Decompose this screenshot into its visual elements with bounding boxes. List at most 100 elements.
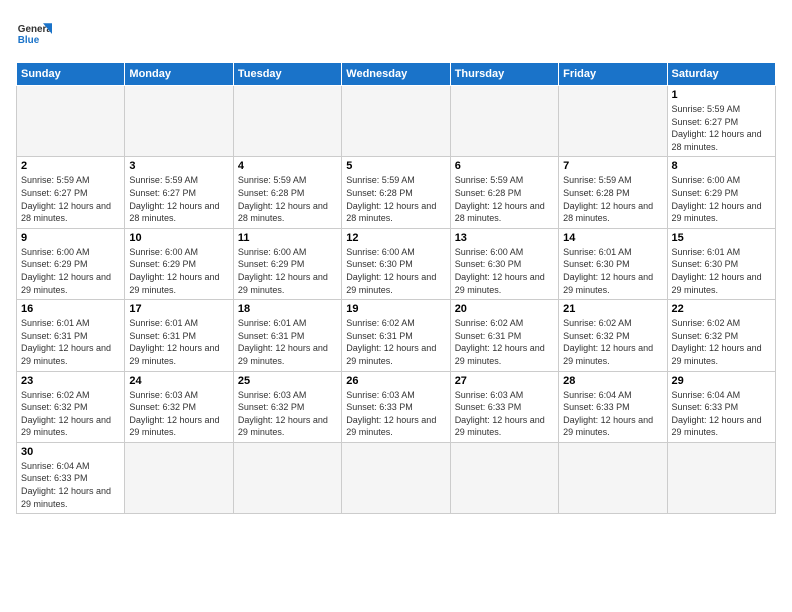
calendar-day: [125, 86, 233, 157]
day-info: Sunrise: 6:01 AM Sunset: 6:31 PM Dayligh…: [21, 317, 120, 367]
page-header: General Blue: [16, 16, 776, 52]
day-info: Sunrise: 6:00 AM Sunset: 6:29 PM Dayligh…: [672, 174, 771, 224]
day-info: Sunrise: 6:02 AM Sunset: 6:32 PM Dayligh…: [21, 389, 120, 439]
day-number: 1: [672, 89, 771, 101]
day-number: 23: [21, 375, 120, 387]
svg-text:Blue: Blue: [18, 35, 40, 46]
day-info: Sunrise: 5:59 AM Sunset: 6:27 PM Dayligh…: [672, 103, 771, 153]
calendar-day: 3 Sunrise: 5:59 AM Sunset: 6:27 PM Daylig…: [125, 157, 233, 228]
day-number: 7: [563, 160, 662, 172]
day-number: 2: [21, 160, 120, 172]
calendar-day: 21Sunrise: 6:02 AM Sunset: 6:32 PM Dayli…: [559, 300, 667, 371]
calendar-day: 2 Sunrise: 5:59 AM Sunset: 6:27 PM Daylig…: [17, 157, 125, 228]
day-number: 18: [238, 303, 337, 315]
day-info: Sunrise: 6:04 AM Sunset: 6:33 PM Dayligh…: [672, 389, 771, 439]
calendar-day: [667, 442, 775, 513]
day-info: Sunrise: 6:00 AM Sunset: 6:29 PM Dayligh…: [129, 246, 228, 296]
calendar-day: 26 Sunrise: 6:03 AM Sunset: 6:33 PM Dayli…: [342, 371, 450, 442]
calendar-week-3: 9 Sunrise: 6:00 AM Sunset: 6:29 PM Daylig…: [17, 228, 776, 299]
calendar-day: 12 Sunrise: 6:00 AM Sunset: 6:30 PM Dayli…: [342, 228, 450, 299]
calendar-day: 7 Sunrise: 5:59 AM Sunset: 6:28 PM Daylig…: [559, 157, 667, 228]
day-number: 26: [346, 375, 445, 387]
calendar-day: 24 Sunrise: 6:03 AM Sunset: 6:32 PM Dayli…: [125, 371, 233, 442]
day-header-wednesday: Wednesday: [342, 63, 450, 86]
calendar-day: 8Sunrise: 6:00 AM Sunset: 6:29 PM Daylig…: [667, 157, 775, 228]
calendar-day: 14 Sunrise: 6:01 AM Sunset: 6:30 PM Dayli…: [559, 228, 667, 299]
calendar-day: 17 Sunrise: 6:01 AM Sunset: 6:31 PM Dayli…: [125, 300, 233, 371]
calendar-day: 25 Sunrise: 6:03 AM Sunset: 6:32 PM Dayli…: [233, 371, 341, 442]
calendar-day: 10Sunrise: 6:00 AM Sunset: 6:29 PM Dayli…: [125, 228, 233, 299]
calendar-day: 6Sunrise: 5:59 AM Sunset: 6:28 PM Daylig…: [450, 157, 558, 228]
day-number: 27: [455, 375, 554, 387]
calendar-day: 15Sunrise: 6:01 AM Sunset: 6:30 PM Dayli…: [667, 228, 775, 299]
day-info: Sunrise: 6:01 AM Sunset: 6:31 PM Dayligh…: [129, 317, 228, 367]
day-info: Sunrise: 6:03 AM Sunset: 6:33 PM Dayligh…: [346, 389, 445, 439]
calendar-day: 13Sunrise: 6:00 AM Sunset: 6:30 PM Dayli…: [450, 228, 558, 299]
calendar-day: 30 Sunrise: 6:04 AM Sunset: 6:33 PM Dayli…: [17, 442, 125, 513]
day-number: 11: [238, 232, 337, 244]
day-header-sunday: Sunday: [17, 63, 125, 86]
day-info: Sunrise: 5:59 AM Sunset: 6:27 PM Dayligh…: [129, 174, 228, 224]
calendar-day: 19 Sunrise: 6:02 AM Sunset: 6:31 PM Dayli…: [342, 300, 450, 371]
day-header-friday: Friday: [559, 63, 667, 86]
day-info: Sunrise: 6:01 AM Sunset: 6:30 PM Dayligh…: [563, 246, 662, 296]
day-info: Sunrise: 6:03 AM Sunset: 6:32 PM Dayligh…: [129, 389, 228, 439]
calendar-day: [233, 86, 341, 157]
day-number: 12: [346, 232, 445, 244]
day-number: 19: [346, 303, 445, 315]
day-info: Sunrise: 6:02 AM Sunset: 6:31 PM Dayligh…: [346, 317, 445, 367]
day-info: Sunrise: 6:00 AM Sunset: 6:29 PM Dayligh…: [21, 246, 120, 296]
day-info: Sunrise: 5:59 AM Sunset: 6:28 PM Dayligh…: [455, 174, 554, 224]
calendar-week-5: 23 Sunrise: 6:02 AM Sunset: 6:32 PM Dayli…: [17, 371, 776, 442]
day-header-tuesday: Tuesday: [233, 63, 341, 86]
calendar-day: 20Sunrise: 6:02 AM Sunset: 6:31 PM Dayli…: [450, 300, 558, 371]
day-info: Sunrise: 6:01 AM Sunset: 6:31 PM Dayligh…: [238, 317, 337, 367]
day-number: 30: [21, 446, 120, 458]
day-number: 22: [672, 303, 771, 315]
calendar-week-1: 1 Sunrise: 5:59 AM Sunset: 6:27 PM Daylig…: [17, 86, 776, 157]
calendar-day: 29 Sunrise: 6:04 AM Sunset: 6:33 PM Dayli…: [667, 371, 775, 442]
day-number: 25: [238, 375, 337, 387]
day-number: 3: [129, 160, 228, 172]
calendar-day: 18 Sunrise: 6:01 AM Sunset: 6:31 PM Dayli…: [233, 300, 341, 371]
day-number: 13: [455, 232, 554, 244]
calendar-day: [450, 86, 558, 157]
day-info: Sunrise: 6:00 AM Sunset: 6:30 PM Dayligh…: [346, 246, 445, 296]
day-number: 24: [129, 375, 228, 387]
day-info: Sunrise: 6:04 AM Sunset: 6:33 PM Dayligh…: [21, 460, 120, 510]
calendar-day: [125, 442, 233, 513]
day-number: 14: [563, 232, 662, 244]
calendar-week-6: 30 Sunrise: 6:04 AM Sunset: 6:33 PM Dayli…: [17, 442, 776, 513]
calendar-day: 23 Sunrise: 6:02 AM Sunset: 6:32 PM Dayli…: [17, 371, 125, 442]
day-number: 17: [129, 303, 228, 315]
calendar-day: 5 Sunrise: 5:59 AM Sunset: 6:28 PM Daylig…: [342, 157, 450, 228]
calendar-day: [342, 442, 450, 513]
calendar-week-4: 16Sunrise: 6:01 AM Sunset: 6:31 PM Dayli…: [17, 300, 776, 371]
day-number: 5: [346, 160, 445, 172]
calendar-day: 4Sunrise: 5:59 AM Sunset: 6:28 PM Daylig…: [233, 157, 341, 228]
day-info: Sunrise: 6:01 AM Sunset: 6:30 PM Dayligh…: [672, 246, 771, 296]
calendar-day: 28Sunrise: 6:04 AM Sunset: 6:33 PM Dayli…: [559, 371, 667, 442]
calendar-day: [342, 86, 450, 157]
day-header-saturday: Saturday: [667, 63, 775, 86]
day-info: Sunrise: 5:59 AM Sunset: 6:27 PM Dayligh…: [21, 174, 120, 224]
day-number: 29: [672, 375, 771, 387]
calendar-day: [559, 442, 667, 513]
day-info: Sunrise: 6:02 AM Sunset: 6:32 PM Dayligh…: [672, 317, 771, 367]
calendar-table: SundayMondayTuesdayWednesdayThursdayFrid…: [16, 62, 776, 514]
day-info: Sunrise: 5:59 AM Sunset: 6:28 PM Dayligh…: [238, 174, 337, 224]
calendar-day: [17, 86, 125, 157]
calendar-day: [233, 442, 341, 513]
day-number: 9: [21, 232, 120, 244]
day-info: Sunrise: 5:59 AM Sunset: 6:28 PM Dayligh…: [346, 174, 445, 224]
day-info: Sunrise: 5:59 AM Sunset: 6:28 PM Dayligh…: [563, 174, 662, 224]
day-header-monday: Monday: [125, 63, 233, 86]
day-info: Sunrise: 6:03 AM Sunset: 6:32 PM Dayligh…: [238, 389, 337, 439]
day-info: Sunrise: 6:04 AM Sunset: 6:33 PM Dayligh…: [563, 389, 662, 439]
day-number: 20: [455, 303, 554, 315]
calendar-day: 9 Sunrise: 6:00 AM Sunset: 6:29 PM Daylig…: [17, 228, 125, 299]
calendar-day: 11Sunrise: 6:00 AM Sunset: 6:29 PM Dayli…: [233, 228, 341, 299]
day-number: 21: [563, 303, 662, 315]
day-header-thursday: Thursday: [450, 63, 558, 86]
calendar-day: 16Sunrise: 6:01 AM Sunset: 6:31 PM Dayli…: [17, 300, 125, 371]
